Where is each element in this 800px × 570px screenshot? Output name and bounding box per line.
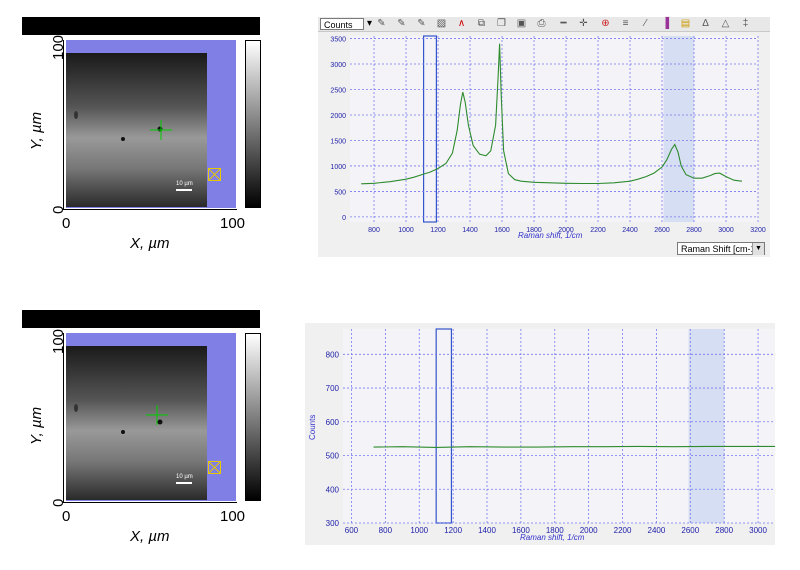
x-tick-label: 3000	[749, 526, 767, 535]
save-icon[interactable]: ▣	[516, 18, 527, 29]
highlight-band	[688, 329, 725, 523]
x-tick-label: 1200	[444, 526, 462, 535]
bottom-map-y-label: Y, µm	[28, 406, 45, 445]
copy-icon[interactable]: ❐	[496, 18, 507, 29]
top-map-y-tick-top: 100	[50, 34, 67, 60]
y-tick-label: 400	[326, 485, 340, 494]
bottom-spectrum-y-label: Counts	[308, 414, 317, 440]
mountain-icon[interactable]: ∆	[700, 18, 711, 29]
bottom-map-marker-box[interactable]	[208, 461, 221, 474]
bottom-map-x-tick-right: 100	[220, 508, 246, 525]
raman-shift-dropdown[interactable]: Raman Shift [cm-1] ▼	[677, 242, 765, 255]
y-tick-label: 500	[326, 452, 340, 461]
print-icon[interactable]: ⎙	[536, 18, 547, 29]
clip-icon[interactable]: ⧉	[476, 18, 487, 29]
bottom-map-y-tick-top: 100	[50, 328, 67, 354]
x-tick-label: 3200	[750, 227, 766, 234]
x-tick-label: 1600	[494, 227, 510, 234]
top-map-marker-box[interactable]	[208, 168, 221, 181]
y-tick-label: 3500	[330, 37, 346, 44]
y-tick-label: 0	[342, 215, 346, 222]
x-tick-label: 800	[368, 227, 380, 234]
top-map-y-tick-bottom: 0	[50, 205, 67, 214]
bottom-map-crosshair[interactable]	[146, 405, 168, 425]
top-map-x-tick-right: 100	[220, 215, 246, 232]
x-tick-label: 1000	[410, 526, 428, 535]
top-map-x-tick-left: 0	[62, 215, 71, 232]
zoom-icon[interactable]: ⊕	[600, 18, 611, 29]
counts-combo[interactable]: Counts	[320, 18, 364, 30]
marker-icon[interactable]: ▤	[680, 18, 691, 29]
top-map-x-axis	[63, 209, 237, 210]
x-tick-label: 2400	[648, 526, 666, 535]
crosshair-icon[interactable]: ✛	[578, 18, 589, 29]
scale-icon[interactable]: ‡	[740, 18, 751, 29]
y-tick-label: 1000	[330, 164, 346, 171]
top-map-x-label: X, µm	[130, 235, 170, 252]
x-tick-label: 2200	[614, 526, 632, 535]
bottom-spectrum-chart[interactable]: 600 800 1000 1200 1400 1600 1800 2000 2200 2400 26…	[305, 323, 775, 535]
y-tick-label: 2000	[330, 113, 346, 120]
top-map-scale-label: 10 µm	[176, 181, 193, 187]
y-tick-label: 700	[326, 384, 340, 393]
top-spectrum-x-label: Raman shift, 1/cm	[518, 231, 583, 240]
y-tick-label: 3000	[330, 62, 346, 69]
x-tick-label: 600	[345, 526, 359, 535]
bars-icon[interactable]: ▐	[660, 18, 671, 29]
y-tick-label: 2500	[330, 88, 346, 95]
x-tick-label: 2200	[590, 227, 606, 234]
peak-icon[interactable]: ∧	[456, 18, 467, 29]
x-tick-label: 1400	[478, 526, 496, 535]
peak-fit-icon[interactable]: △	[720, 18, 731, 29]
raman-shift-dropdown-value: Raman Shift [cm-1]	[681, 244, 759, 254]
bottom-map-colorbar	[245, 333, 261, 501]
x-tick-label: 2800	[686, 227, 702, 234]
y-tick-label: 1500	[330, 138, 346, 145]
wand-icon[interactable]: ⁄	[640, 18, 651, 29]
pencil-icon[interactable]: ✎	[396, 18, 407, 29]
x-tick-label: 1200	[430, 227, 446, 234]
bottom-spectrum-x-label: Raman shift, 1/cm	[520, 533, 585, 542]
bottom-map-y-tick-bottom: 0	[50, 498, 67, 507]
top-map-crosshair[interactable]	[150, 120, 172, 140]
y-tick-label: 300	[326, 519, 340, 528]
chevron-down-icon[interactable]: ▼	[752, 243, 764, 255]
x-tick-label: 1400	[462, 227, 478, 234]
x-tick-label: 2600	[681, 526, 699, 535]
x-tick-label: 3000	[718, 227, 734, 234]
x-tick-label: 2400	[622, 227, 638, 234]
ruler-icon[interactable]: ━	[558, 18, 569, 29]
eraser-icon[interactable]: ▧	[436, 18, 447, 29]
bottom-map-y-axis	[63, 333, 64, 503]
y-tick-label: 800	[326, 350, 340, 359]
pencil-icon[interactable]: ✎	[416, 18, 427, 29]
bottom-map-scale-label: 10 µm	[176, 474, 193, 480]
bottom-map-x-axis	[63, 502, 237, 503]
chevron-down-icon[interactable]: ▾	[364, 18, 375, 29]
top-map-y-axis	[63, 40, 64, 210]
bottom-map-x-tick-left: 0	[62, 508, 71, 525]
pencil-icon[interactable]: ✎	[376, 18, 387, 29]
stack-icon[interactable]: ≡	[620, 18, 631, 29]
x-tick-label: 2800	[715, 526, 733, 535]
y-tick-label: 600	[326, 418, 340, 427]
top-map-scale-bar	[176, 189, 192, 191]
bottom-map-header-bar	[22, 310, 260, 328]
top-map-header-bar	[22, 17, 260, 35]
y-tick-label: 500	[334, 189, 346, 196]
x-tick-label: 2600	[654, 227, 670, 234]
bottom-map-scale-bar	[176, 482, 192, 484]
x-tick-label: 800	[379, 526, 393, 535]
top-map-y-label: Y, µm	[28, 111, 45, 150]
x-tick-label: 1000	[398, 227, 414, 234]
top-map-colorbar	[245, 40, 261, 208]
top-spectrum-chart[interactable]: 800 1000 1200 1400 1600 1800 2000 2200 2400 2600 2…	[318, 32, 770, 246]
bottom-map-x-label: X, µm	[130, 528, 170, 545]
